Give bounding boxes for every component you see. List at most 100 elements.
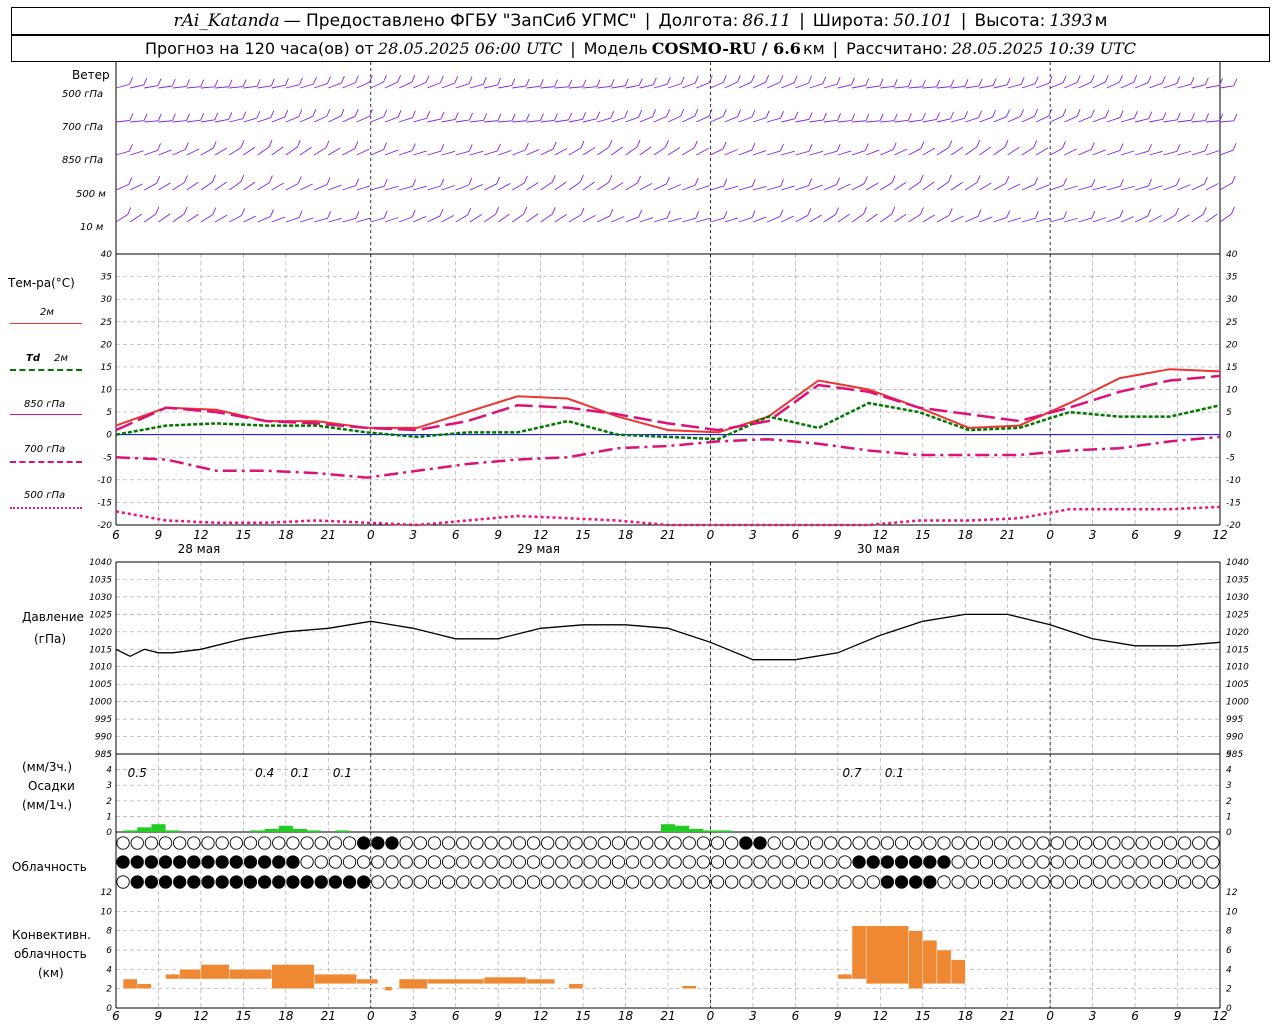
temp-tick-left: -15 [97,498,112,508]
wind-barb-flag [568,112,573,121]
temp-tick-left: 0 [106,431,112,441]
precip-tick-right: 1 [1226,812,1232,822]
cloud-symbol [541,855,555,869]
cloud-symbol [951,875,965,889]
wind-barb-flag [637,175,642,184]
wind-barb-flag [200,79,205,87]
wind-barb [1205,84,1220,89]
hour-tick-top: 12 [1212,528,1227,542]
precip-tick-left: 2 [106,797,112,807]
wind-barb-flag [483,113,488,121]
conv-tick-right: 2 [1226,985,1232,995]
cloud-symbol [512,855,527,869]
cloud-symbol [894,836,909,850]
wind-barb [894,148,908,156]
conv-bar [936,949,952,985]
wind-barb [1092,81,1106,89]
wind-barb [498,120,513,123]
cloud-symbol [328,855,343,869]
wind-barb-flag [383,179,388,187]
wind-barb [583,86,598,89]
cloud-symbol [257,836,272,850]
wind-barb [1219,213,1232,223]
cloud-symbol [809,855,824,869]
wind-barb [710,185,724,191]
wind-barb-flag [214,79,219,87]
wind-barb-flag [411,110,416,118]
wind-barb [795,215,808,223]
wind-barb [979,182,992,191]
temp-tick-right: 40 [1226,250,1238,260]
cloud-symbol [272,875,286,889]
wind-barb-flag [1148,143,1152,152]
cloud-symbol [583,855,597,869]
wind-barb-flag [964,111,968,119]
cloud-symbol [1206,875,1220,889]
wind-barb-flag [539,113,544,121]
hour-tick-bottom: 3 [1089,1009,1097,1023]
wind-barb [865,213,878,223]
wind-barb [781,185,795,191]
wind-barb [781,150,795,156]
hour-tick-top: 18 [278,528,294,542]
wind-barb [1106,216,1121,223]
wind-barb-flag [411,143,416,151]
cloud-symbol [1206,855,1220,869]
precip-bar [307,830,322,832]
pressure-tick-right: 1040 [1226,558,1249,568]
wind-barb [625,216,639,223]
precip-bar [165,830,180,832]
cloud-symbol [484,855,498,869]
wind-barb [441,185,455,191]
cloud-symbol [187,875,201,889]
wind-barb-flag [326,108,331,117]
wind-barb-flag [1119,209,1124,218]
cloud-symbol [795,855,810,869]
cloud-symbol [286,855,300,869]
wind-barb [1191,183,1205,191]
wind-barb-flag [1190,76,1195,85]
wind-barb-flag [580,207,585,216]
cloud-symbol [1008,875,1022,889]
hour-tick-bottom: 9 [834,1009,842,1023]
wind-barb [1035,147,1049,156]
precip-bar [703,830,718,832]
wind-barb [809,214,822,223]
wind-barb-flag [1175,207,1179,216]
cloud-symbol [993,855,1008,869]
wind-barb [158,149,172,156]
wind-barb [497,182,511,191]
wind-barb-flag [482,77,487,85]
wind-barb [554,119,569,123]
wind-barb [257,182,270,191]
wind-barb-flag [327,211,332,219]
wind-barb-flag [383,142,388,150]
hour-tick-top: 3 [749,528,757,542]
wind-barb [965,117,979,123]
wind-barb [724,116,738,123]
cloud-symbol [187,836,201,850]
wind-barb-flag [722,141,727,150]
pressure-tick-right: 1000 [1226,698,1249,708]
wind-barb-flag [1232,142,1237,151]
wind-barb [766,81,781,89]
wind-barb [851,213,864,223]
wind-barb [243,117,257,123]
cloud-symbol [1022,855,1036,869]
wind-barb [413,185,427,191]
wind-barb [1149,215,1162,223]
cloud-symbol [725,855,739,869]
wind-barb-flag [268,139,273,148]
pressure-tick-left: 1010 [89,663,112,673]
wind-barb-flag [214,112,219,120]
cloud-symbol [923,875,937,889]
wind-barb-flag [1062,75,1067,83]
hour-tick-top: 15 [915,528,930,542]
wind-barb [611,117,625,123]
wind-barb [837,213,850,223]
wind-barb [186,148,200,156]
wind-barb-flag [1076,75,1081,83]
wind-barb [1050,185,1064,191]
wind-barb [682,217,696,223]
precip-bar [123,830,138,832]
